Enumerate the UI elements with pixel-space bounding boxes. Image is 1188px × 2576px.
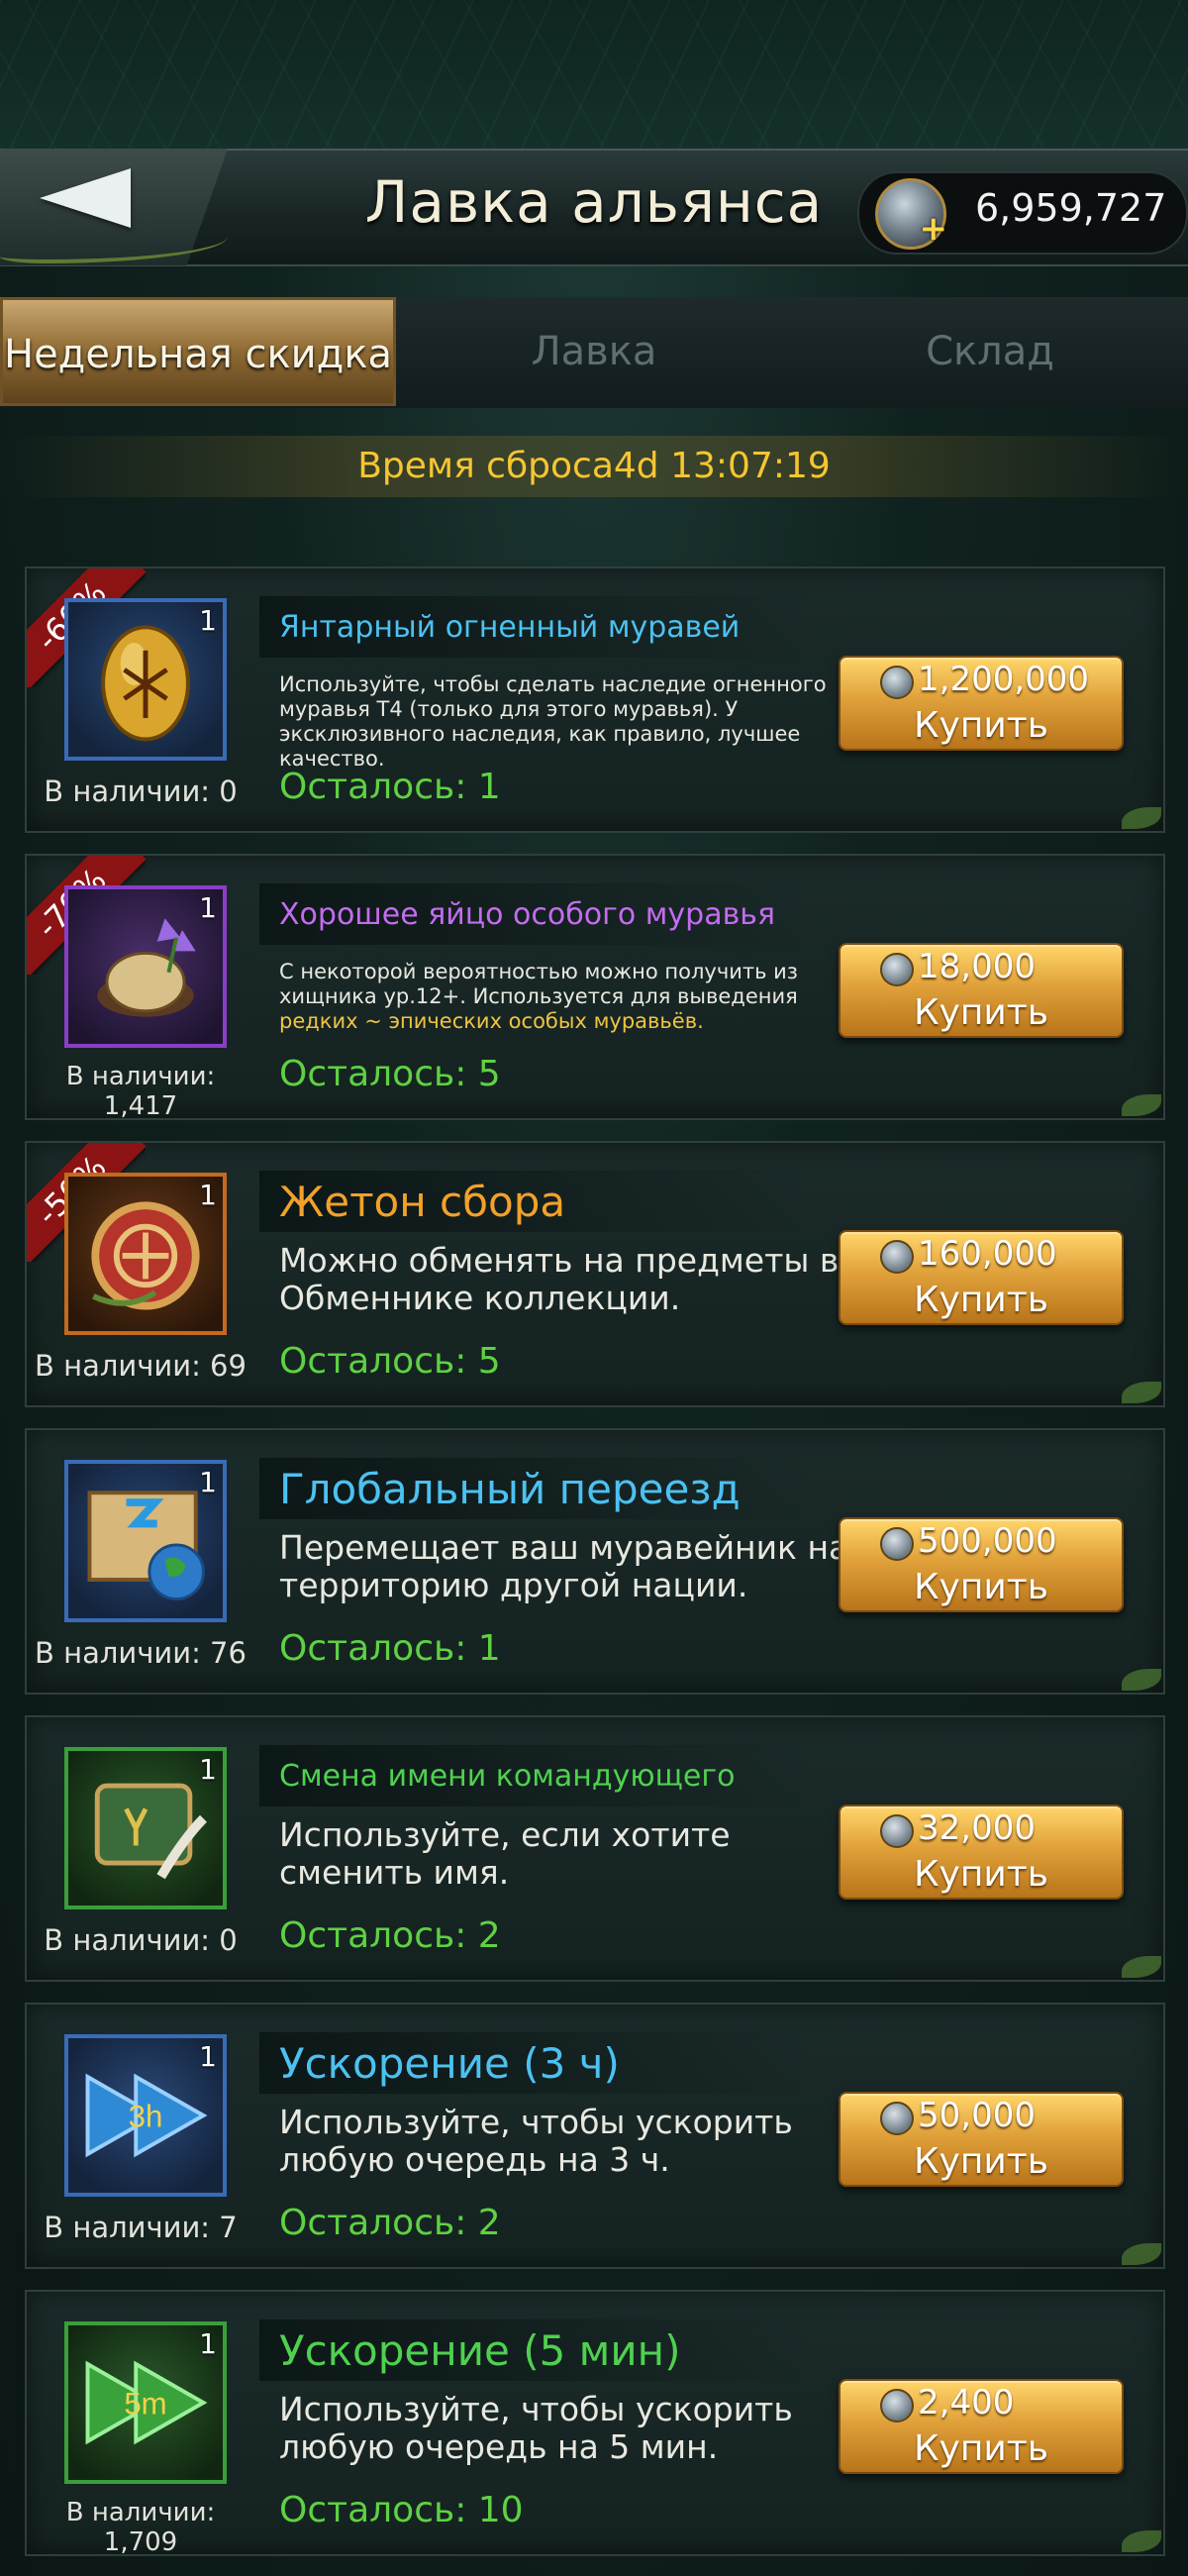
item-description: С некоторой вероятностью можно получить …: [279, 960, 853, 1034]
top-background: [0, 0, 1188, 149]
in-stock-count: В наличии: 1,417: [65, 1062, 216, 1121]
item-quantity: 1: [199, 2327, 217, 2360]
leaf-decoration: [1122, 1094, 1161, 1116]
item-price: 500,000: [918, 1521, 1057, 1561]
item-description: Используйте, чтобы сделать наследие огне…: [279, 672, 827, 771]
buy-label: Купить: [914, 2428, 1048, 2469]
item-description: Можно обменять на предметы в Обменнике к…: [279, 1241, 840, 1317]
coin-icon: [880, 1814, 914, 1848]
item-price: 2,400: [918, 2383, 1015, 2422]
page-title: Лавка альянса: [364, 168, 824, 236]
coin-icon: [880, 666, 914, 699]
leaf-decoration: [1122, 2530, 1161, 2552]
buy-button[interactable]: 2,400 Купить: [839, 2379, 1124, 2474]
speedup-5m-icon[interactable]: 5m 1: [64, 2321, 227, 2484]
coin-icon: [880, 1240, 914, 1274]
in-stock-count: В наличии: 76: [35, 1636, 247, 1670]
buy-button[interactable]: 50,000 Купить: [839, 2092, 1124, 2187]
item-description-text: С некоторой вероятностью можно получить …: [279, 960, 798, 1008]
in-stock-count: В наличии: 0: [44, 774, 238, 808]
buy-label: Купить: [914, 705, 1048, 746]
remaining-count: Осталось: 5: [279, 1341, 501, 1382]
in-stock-count: В наличии: 1,709: [65, 2498, 216, 2557]
tab-storage[interactable]: Склад: [792, 297, 1188, 406]
item-price: 50,000: [918, 2096, 1036, 2135]
item-name: Ускорение (3 ч): [279, 2039, 620, 2088]
buy-button[interactable]: 500,000 Купить: [839, 1517, 1124, 1612]
item-name: Жетон сбора: [279, 1178, 566, 1226]
item-quantity: 1: [199, 1179, 217, 1211]
speedup-3h-icon[interactable]: 3h 1: [64, 2034, 227, 2197]
item-quantity: 1: [199, 2040, 217, 2073]
item-name: Хорошее яйцо особого муравья: [279, 897, 775, 932]
item-description-highlight: редких ~ эпических особых муравьёв.: [279, 1009, 704, 1033]
shop-item-card: 5m 1 В наличии: 1,709 Ускорение (5 мин) …: [25, 2290, 1165, 2557]
shop-item-card: -50% 1 В наличии: 69 Жетон сбора Можно о…: [25, 1141, 1165, 1407]
reset-timer: Время сброса4d 13:07:19: [0, 436, 1188, 497]
currency-value: 6,959,727: [975, 186, 1167, 230]
item-quantity: 1: [199, 891, 217, 924]
amber-fire-ant-icon[interactable]: 1: [64, 598, 227, 761]
leaf-decoration: [1122, 1382, 1161, 1403]
shop-item-card: 3h 1 В наличии: 7 Ускорение (3 ч) Исполь…: [25, 2003, 1165, 2269]
leaf-decoration: [1122, 2243, 1161, 2265]
remaining-count: Осталось: 2: [279, 2203, 501, 2243]
shop-item-card: -70% 1 В наличии: 1,417 Хорошее яйцо осо…: [25, 854, 1165, 1121]
coin-icon: [880, 2389, 914, 2422]
buy-label: Купить: [914, 1567, 1048, 1607]
buy-button[interactable]: 18,000 Купить: [839, 943, 1124, 1038]
back-arrow-icon[interactable]: [40, 168, 131, 228]
rename-scroll-quill-icon[interactable]: 1: [64, 1747, 227, 1909]
item-description: Используйте, чтобы ускорить любую очеред…: [279, 2390, 793, 2466]
item-name: Смена имени командующего: [279, 1759, 736, 1794]
item-name: Ускорение (5 мин): [279, 2326, 681, 2375]
in-stock-count: В наличии: 7: [44, 2211, 238, 2244]
buy-button[interactable]: 160,000 Купить: [839, 1230, 1124, 1325]
coin-icon: [880, 1527, 914, 1561]
leaf-decoration: [1122, 1669, 1161, 1691]
global-relocation-map-icon[interactable]: 1: [64, 1460, 227, 1622]
item-name: Янтарный огненный муравей: [279, 610, 741, 645]
buy-label: Купить: [914, 1280, 1048, 1320]
collection-token-icon[interactable]: 1: [64, 1173, 227, 1335]
item-quantity: 1: [199, 1753, 217, 1786]
buy-label: Купить: [914, 2141, 1048, 2182]
remaining-count: Осталось: 5: [279, 1054, 501, 1094]
buy-button[interactable]: 32,000 Купить: [839, 1804, 1124, 1900]
remaining-count: Осталось: 1: [279, 767, 501, 807]
item-description: Перемещает ваш муравейник на территорию …: [279, 1528, 849, 1604]
item-price: 18,000: [918, 947, 1036, 986]
remaining-count: Осталось: 2: [279, 1915, 501, 1956]
shop-item-card: -60% 1 В наличии: 0 Янтарный огненный му…: [25, 567, 1165, 833]
coin-icon: [880, 953, 914, 986]
remaining-count: Осталось: 1: [279, 1628, 501, 1669]
in-stock-count: В наличии: 69: [35, 1349, 247, 1383]
leaf-decoration: [1122, 807, 1161, 829]
shop-item-card: 1 В наличии: 0 Смена имени командующего …: [25, 1715, 1165, 1982]
buy-button[interactable]: 1,200,000 Купить: [839, 656, 1124, 751]
item-quantity: 1: [199, 1466, 217, 1498]
alliance-coin-add-icon[interactable]: +: [875, 178, 947, 250]
tab-weekly-discount[interactable]: Недельная скидка: [0, 297, 396, 406]
coin-icon: [880, 2102, 914, 2135]
remaining-count: Осталось: 10: [279, 2490, 524, 2530]
leaf-decoration: [1122, 1956, 1161, 1978]
item-quantity: 1: [199, 604, 217, 637]
tab-shop[interactable]: Лавка: [396, 297, 792, 406]
item-description: Используйте, если хотите сменить имя.: [279, 1815, 731, 1892]
item-price: 160,000: [918, 1234, 1057, 1274]
buy-label: Купить: [914, 1854, 1048, 1895]
buy-label: Купить: [914, 992, 1048, 1033]
speedup-icon-text: 3h: [129, 2100, 163, 2134]
item-price: 32,000: [918, 1808, 1036, 1848]
special-ant-egg-icon[interactable]: 1: [64, 885, 227, 1048]
item-name: Глобальный переезд: [279, 1465, 741, 1513]
shop-item-card: 1 В наличии: 76 Глобальный переезд Перем…: [25, 1428, 1165, 1695]
in-stock-count: В наличии: 0: [44, 1923, 238, 1957]
item-price: 1,200,000: [918, 660, 1090, 699]
item-description: Используйте, чтобы ускорить любую очеред…: [279, 2103, 793, 2179]
speedup-icon-text: 5m: [124, 2387, 166, 2421]
